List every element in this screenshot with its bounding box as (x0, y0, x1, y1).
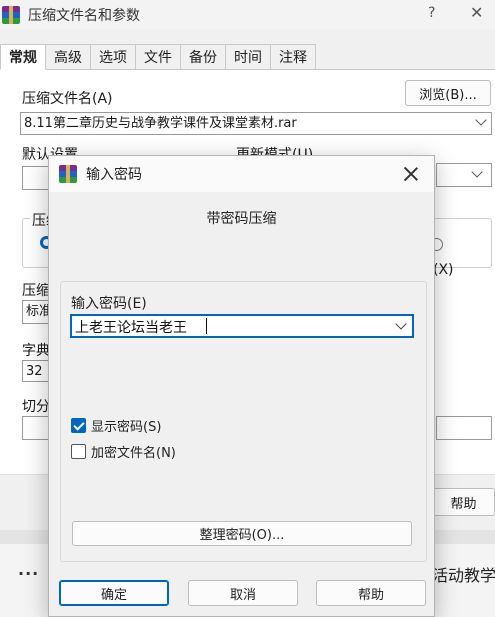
show-password-row[interactable]: 显示密码(S) (71, 416, 161, 435)
text-caret (206, 318, 207, 334)
dialog-heading: 带密码压缩 (206, 211, 277, 227)
dialog-title: 输入密码 (86, 167, 142, 183)
cancel-button[interactable]: 取消 (188, 580, 298, 606)
bg-close-icon[interactable]: ✕ (470, 3, 483, 22)
partial-option-label: (X) (433, 262, 454, 278)
tab-files[interactable]: 文件 (136, 44, 181, 70)
password-input[interactable]: 上老王论坛当老王 (70, 314, 414, 338)
chevron-down-icon[interactable] (395, 318, 407, 330)
split-unit-select[interactable] (436, 416, 492, 440)
tab-backup[interactable]: 备份 (181, 44, 226, 70)
encrypt-filenames-checkbox[interactable] (71, 443, 86, 459)
tab-options[interactable]: 选项 (91, 44, 136, 70)
tab-comment[interactable]: 注释 (271, 44, 316, 70)
winrar-icon (2, 6, 20, 24)
split-label: 切分 (22, 399, 50, 415)
password-label: 输入密码(E) (71, 296, 147, 312)
tab-advanced[interactable]: 高级 (46, 44, 91, 70)
bg-window-title: 压缩文件名和参数 (28, 8, 140, 24)
behind-text: 活动教学 (432, 566, 495, 585)
encrypt-filenames-row[interactable]: 加密文件名(N) (71, 442, 176, 461)
more-options-icon[interactable]: ... (18, 560, 39, 579)
password-value: 上老王论坛当老王 (75, 320, 187, 336)
archive-name-input[interactable]: 8.11第二章历史与战争教学课件及课堂素材.rar (20, 112, 492, 135)
ok-button[interactable]: 确定 (59, 580, 169, 606)
help-icon[interactable]: ? (428, 5, 435, 21)
bg-help-button[interactable]: 帮助 (432, 488, 495, 516)
show-password-label[interactable]: 显示密码(S) (91, 416, 161, 435)
bg-titlebar: 压缩文件名和参数 (0, 0, 495, 30)
tab-general[interactable]: 常规 (0, 44, 46, 70)
compression-method-label: 压缩 (22, 283, 50, 299)
winrar-icon (59, 165, 77, 183)
organize-passwords-button[interactable]: 整理密码(O)... (72, 521, 412, 546)
browse-button[interactable]: 浏览(B)... (405, 80, 491, 106)
help-button[interactable]: 帮助 (316, 580, 426, 606)
close-icon[interactable] (402, 165, 420, 183)
show-password-checkbox[interactable] (71, 417, 86, 433)
dictionary-label: 字典 (22, 343, 50, 359)
dialog-titlebar: 输入密码 (49, 156, 434, 192)
password-dialog: 输入密码 带密码压缩 输入密码(E) 上老王论坛当老王 显示密码(S) 加密文件… (48, 155, 435, 617)
tab-bar: 常规 高级 选项 文件 备份 时间 注释 (0, 44, 316, 70)
tab-time[interactable]: 时间 (226, 44, 271, 70)
update-mode-select[interactable] (436, 163, 492, 187)
archive-name-label: 压缩文件名(A) (22, 91, 113, 107)
encrypt-filenames-label[interactable]: 加密文件名(N) (91, 442, 176, 461)
